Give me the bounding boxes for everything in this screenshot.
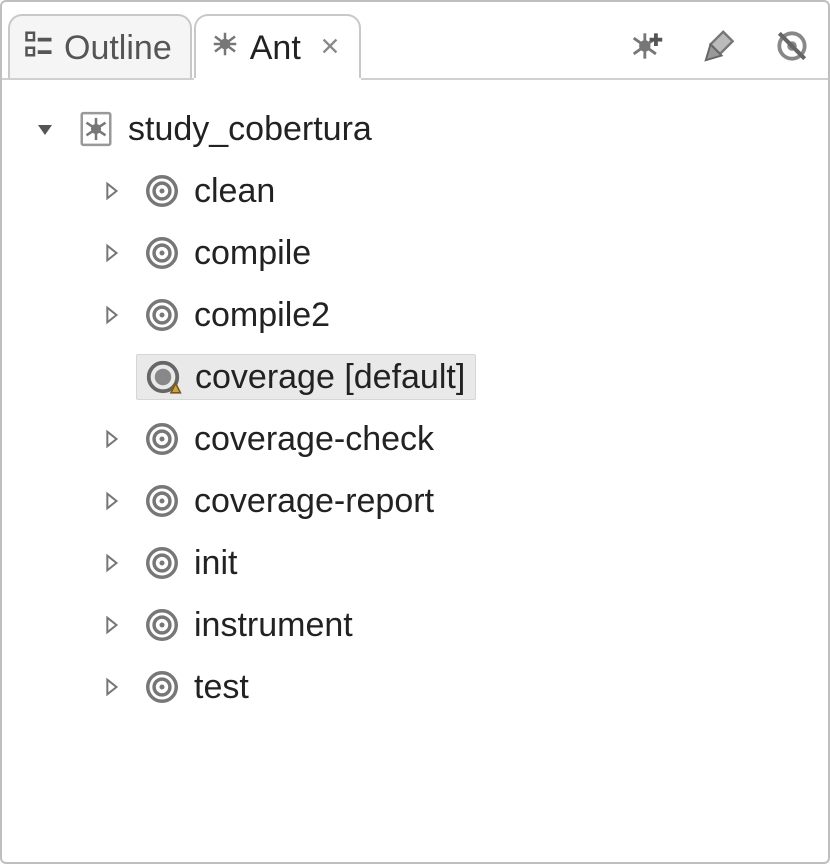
tree-target-label: coverage-report xyxy=(194,482,434,521)
tree-target-label: compile xyxy=(194,234,311,273)
twisty-closed-icon[interactable] xyxy=(98,426,124,452)
tree-target-row[interactable]: coverage-check xyxy=(26,408,816,470)
outline-icon xyxy=(24,29,54,68)
close-icon[interactable] xyxy=(319,32,341,64)
twisty-closed-icon[interactable] xyxy=(98,240,124,266)
tree-target-row[interactable]: compile xyxy=(26,222,816,284)
tree-target-label: coverage [default] xyxy=(195,358,465,397)
tree-target-row[interactable]: test xyxy=(26,656,816,718)
ant-target-icon xyxy=(142,543,182,583)
ant-target-icon xyxy=(142,605,182,645)
tab-ant-label: Ant xyxy=(250,29,301,68)
twisty-closed-icon[interactable] xyxy=(98,302,124,328)
tree-target-row[interactable]: init xyxy=(26,532,816,594)
ant-default-target-icon xyxy=(143,357,183,397)
tab-outline-label: Outline xyxy=(64,29,172,68)
ant-target-icon xyxy=(142,171,182,211)
view-toolbar xyxy=(626,14,822,78)
ant-target-icon xyxy=(142,295,182,335)
tree-root-row[interactable]: study_cobertura xyxy=(26,98,816,160)
add-buildfile-button[interactable] xyxy=(626,24,670,68)
ant-target-icon xyxy=(142,667,182,707)
ant-target-icon xyxy=(142,233,182,273)
hide-internal-button[interactable] xyxy=(770,24,814,68)
tree-target-label: init xyxy=(194,544,237,583)
tree-target-label: coverage-check xyxy=(194,420,434,459)
tree-target-row[interactable]: clean xyxy=(26,160,816,222)
brush-button[interactable] xyxy=(698,24,742,68)
tree-root-label: study_cobertura xyxy=(128,110,372,149)
twisty-closed-icon[interactable] xyxy=(98,550,124,576)
twisty-open-icon[interactable] xyxy=(32,116,58,142)
ant-view-panel: Outline Ant xyxy=(0,0,830,864)
twisty-closed-icon[interactable] xyxy=(98,612,124,638)
ant-icon xyxy=(210,29,240,68)
twisty-closed-icon[interactable] xyxy=(98,178,124,204)
tab-outline[interactable]: Outline xyxy=(8,14,192,78)
tab-ant[interactable]: Ant xyxy=(194,14,361,78)
tree-target-label: instrument xyxy=(194,606,353,645)
ant-tree[interactable]: study_cobertura clean compile compile2 cove… xyxy=(2,80,828,862)
twisty-closed-icon[interactable] xyxy=(98,488,124,514)
tree-target-label: test xyxy=(194,668,249,707)
tree-target-row[interactable]: coverage [default] xyxy=(26,346,816,408)
ant-target-icon xyxy=(142,419,182,459)
tree-target-row[interactable]: coverage-report xyxy=(26,470,816,532)
tab-strip: Outline Ant xyxy=(2,2,828,80)
ant-buildfile-icon xyxy=(76,109,116,149)
twisty-closed-icon[interactable] xyxy=(98,674,124,700)
ant-target-icon xyxy=(142,481,182,521)
tree-target-row[interactable]: compile2 xyxy=(26,284,816,346)
tree-target-label: clean xyxy=(194,172,275,211)
tree-target-label: compile2 xyxy=(194,296,330,335)
tree-target-row[interactable]: instrument xyxy=(26,594,816,656)
